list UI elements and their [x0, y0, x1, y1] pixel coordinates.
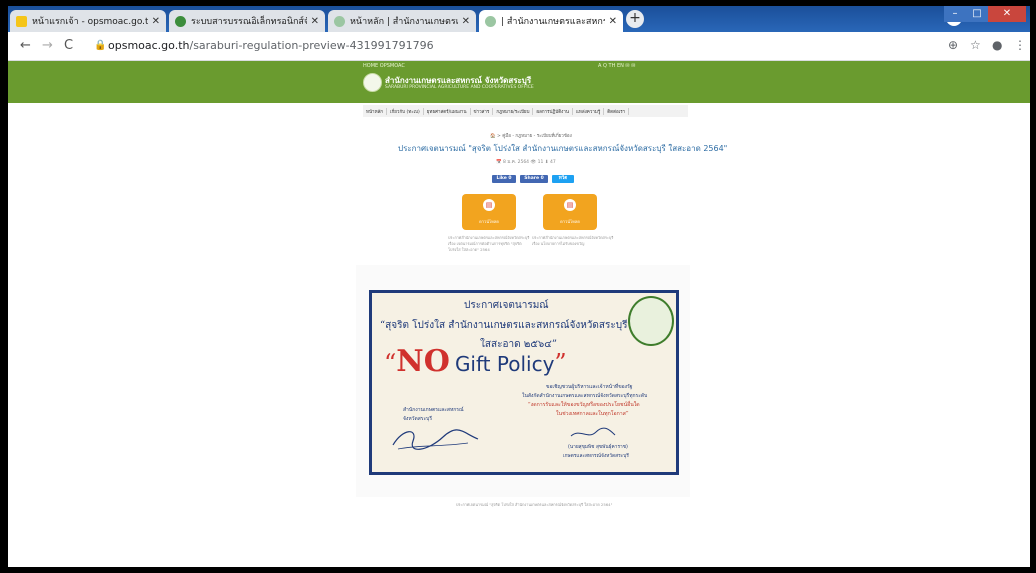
- article-meta: 📅 8 ม.ค. 2564 👁 11 ⬇ 47: [496, 160, 556, 165]
- poster-left-org: สำนักงานเกษตรและสหกรณ์: [403, 407, 464, 413]
- tab-title: หน้าหลัก | สำนักงานเกษตรและสหกรณ์: [350, 17, 458, 27]
- pdf-icon: ▤: [483, 199, 495, 211]
- poster-invite-3: “งดการรับและให้ของขวัญหรือของประโยชน์อื่…: [528, 402, 640, 408]
- no-gift-policy-headline: “NO Gift Policy”: [384, 344, 567, 379]
- menu-item[interactable]: ยุทธศาสตร์/แผนงาน: [424, 107, 471, 115]
- tab-favicon-icon: [16, 15, 27, 27]
- minimize-icon[interactable]: –: [944, 6, 966, 22]
- close-tab-icon[interactable]: ✕: [152, 16, 160, 27]
- site-header: HOME OPSMOAC A Q TH EN ✉ ✉ สำนักงานเกษตร…: [8, 61, 1030, 103]
- main-menu: หน้าหลัก เกี่ยวกับ (ทะเบ) ยุทธศาสตร์/แผน…: [363, 105, 688, 117]
- close-tab-icon[interactable]: ✕: [311, 16, 319, 27]
- url-path: /saraburi-regulation-preview-43199179179…: [189, 39, 434, 52]
- tab-favicon-icon: [485, 15, 496, 27]
- menu-item[interactable]: กฎหมาย/ระเบียบ: [493, 107, 534, 115]
- web-page: HOME OPSMOAC A Q TH EN ✉ ✉ สำนักงานเกษตร…: [8, 61, 1030, 567]
- facebook-share-button[interactable]: Share 0: [520, 175, 548, 183]
- tab-3[interactable]: หน้าหลัก | สำนักงานเกษตรและสหกรณ์ ✕: [328, 10, 476, 32]
- url-domain: opsmoac.go.th: [108, 39, 190, 52]
- signature-drawing: [570, 427, 616, 437]
- download-label: ดาวน์โหลด: [479, 219, 499, 224]
- signer-title: เกษตรและสหกรณ์จังหวัดสระบุรี: [563, 454, 629, 459]
- tab-strip: หน้าแรกเจ้า - opsmoac.go.th - Sm ✕ ระบบส…: [8, 6, 1030, 32]
- close-tab-icon[interactable]: ✕: [609, 16, 617, 27]
- ministry-seal-icon: [628, 296, 674, 346]
- download-description-2: ประกาศสำนักงานเกษตรและสหกรณ์จังหวัดสระบุ…: [532, 235, 614, 246]
- download-label: ดาวน์โหลด: [560, 219, 580, 224]
- browser-window: หน้าแรกเจ้า - opsmoac.go.th - Sm ✕ ระบบส…: [8, 6, 1030, 567]
- address-bar: ← → C 🔒 opsmoac.go.th/saraburi-regulatio…: [8, 32, 1030, 61]
- tweet-button[interactable]: ทวีต: [552, 175, 574, 183]
- close-window-icon[interactable]: ✕: [988, 6, 1026, 22]
- star-icon[interactable]: ☆: [970, 38, 981, 52]
- poster-left-province: จังหวัดสระบุรี: [403, 416, 433, 422]
- url-field[interactable]: opsmoac.go.th/saraburi-regulation-previe…: [108, 39, 434, 52]
- download-description-1: ประกาศสำนักงานเกษตรและสหกรณ์จังหวัดสระบุ…: [448, 235, 530, 252]
- facebook-like-button[interactable]: Like 0: [492, 175, 516, 183]
- poster-invite-2: ในสังกัดสำนักงานเกษตรและสหกรณ์จังหวัดสระ…: [522, 393, 648, 399]
- org-subtitle: SARABURI PROVINCIAL AGRICULTURE AND COOP…: [385, 85, 534, 90]
- poster-invite-4: ในช่วงเทศกาลและในทุกโอกาส”: [556, 411, 629, 417]
- tab-favicon-icon: [175, 15, 186, 27]
- menu-item[interactable]: แหล่งความรู้: [573, 107, 605, 115]
- signature-drawing: [392, 429, 479, 450]
- tab-4-active[interactable]: | สำนักงานเกษตรและสหกรณ์ จังหวัดส ✕: [479, 10, 623, 32]
- download-button-1[interactable]: ▤ ดาวน์โหลด: [462, 194, 516, 230]
- tab-title: ระบบสารบรรณอิเล็กทรอนิกส์จังหวัดส: [191, 17, 307, 27]
- maximize-icon[interactable]: □: [966, 6, 988, 22]
- account-icon[interactable]: ●: [992, 38, 1002, 52]
- tab-2[interactable]: ระบบสารบรรณอิเล็กทรอนิกส์จังหวัดส ✕: [169, 10, 325, 32]
- forward-arrow-icon[interactable]: →: [42, 38, 53, 53]
- pdf-icon: ▤: [564, 199, 576, 211]
- back-arrow-icon[interactable]: ←: [20, 38, 31, 53]
- breadcrumb[interactable]: 🏠 > คู่มือ - กฎหมาย - ระเบียบที่เกี่ยวข้…: [490, 132, 572, 139]
- menu-item[interactable]: หน้าหลัก: [363, 107, 388, 115]
- menu-item[interactable]: เกี่ยวกับ (ทะเบ): [387, 107, 424, 115]
- utility-links[interactable]: A Q TH EN ✉ ✉: [598, 63, 635, 69]
- menu-item[interactable]: ติดต่อเรา: [604, 107, 630, 115]
- tab-favicon-icon: [334, 15, 345, 27]
- tab-title: หน้าแรกเจ้า - opsmoac.go.th - Sm: [32, 17, 148, 27]
- window-controls: – □ ✕: [944, 6, 1026, 22]
- article-title: ประกาศเจตนารมณ์ "สุจริต โปร่งใส สำนักงาน…: [398, 144, 728, 153]
- reload-icon[interactable]: C: [64, 38, 73, 53]
- signer-name: (นายสุขุมพิช สุขพันธ์ุคาราช): [568, 445, 628, 450]
- menu-item[interactable]: ข่าวสาร: [471, 107, 494, 115]
- tab-1[interactable]: หน้าแรกเจ้า - opsmoac.go.th - Sm ✕: [10, 10, 166, 32]
- poster-invite-1: ขอเชิญชวนผู้บริหารและเจ้าหน้าที่ของรัฐ: [546, 384, 633, 390]
- lock-icon[interactable]: 🔒: [94, 40, 106, 51]
- site-logo[interactable]: [363, 73, 382, 92]
- menu-item[interactable]: ผลการปฏิบัติงาน: [533, 107, 573, 115]
- poster-slogan: “สุจริต โปร่งใส สำนักงานเกษตรและสหกรณ์จั…: [380, 320, 628, 331]
- zoom-icon[interactable]: ⊕: [948, 38, 958, 52]
- new-tab-button[interactable]: +: [626, 10, 644, 28]
- poster-heading: ประกาศเจตนารมณ์: [464, 300, 549, 311]
- download-button-2[interactable]: ▤ ดาวน์โหลด: [543, 194, 597, 230]
- menu-kebab-icon[interactable]: ⋮: [1014, 38, 1026, 52]
- close-tab-icon[interactable]: ✕: [462, 16, 470, 27]
- top-links[interactable]: HOME OPSMOAC: [363, 63, 405, 69]
- tab-title: | สำนักงานเกษตรและสหกรณ์ จังหวัดส: [501, 17, 605, 27]
- poster-caption: ประกาศเจตนารมณ์ "สุจริต โปร่งใส สำนักงาน…: [456, 502, 613, 507]
